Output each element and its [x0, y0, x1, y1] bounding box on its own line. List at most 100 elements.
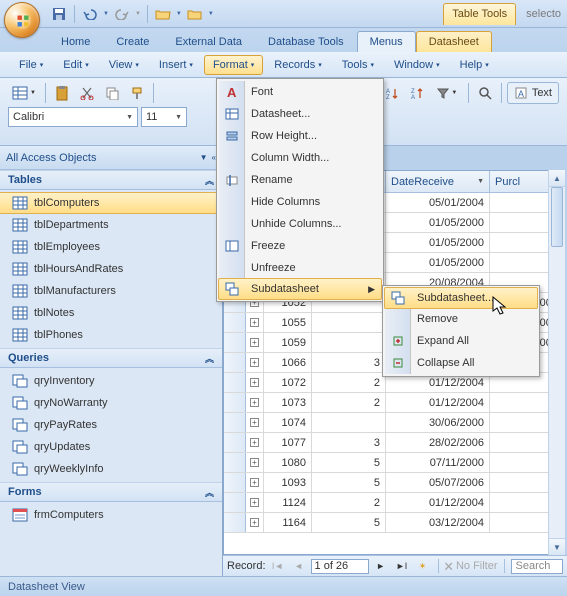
sort-asc-icon[interactable]: AZ — [381, 82, 403, 104]
menu-item-subdatasheet[interactable]: Subdatasheet▶ — [218, 278, 382, 300]
cell[interactable]: 01/12/2004 — [386, 493, 490, 512]
menu-window[interactable]: Window▾ — [385, 55, 449, 75]
cell[interactable]: 1164 — [264, 513, 312, 532]
cell[interactable]: 1055 — [264, 313, 312, 332]
nav-group-tables[interactable]: Tables︽ — [0, 170, 222, 190]
nav-item-tbldepartments[interactable]: tblDepartments — [0, 214, 222, 236]
cell[interactable]: 05/07/2006 — [386, 473, 490, 492]
cell[interactable]: 2 — [312, 393, 386, 412]
table-row[interactable]: +1077328/02/2006 — [224, 433, 564, 453]
cell[interactable]: 5 — [312, 473, 386, 492]
nav-item-qryupdates[interactable]: qryUpdates — [0, 436, 222, 458]
cell[interactable]: 05/01/2004 — [386, 193, 490, 212]
nav-item-qrypayrates[interactable]: qryPayRates — [0, 414, 222, 436]
text-type-button[interactable]: A Text — [507, 82, 559, 104]
scroll-down-icon[interactable]: ▼ — [549, 538, 565, 555]
nav-item-qryinventory[interactable]: qryInventory — [0, 370, 222, 392]
menu-item-row-height[interactable]: Row Height... — [219, 125, 381, 147]
chevron-down-icon[interactable]: ▼ — [200, 153, 208, 162]
row-selector[interactable] — [224, 353, 246, 372]
tab-datasheet[interactable]: Datasheet — [416, 31, 492, 52]
menu-item-rename[interactable]: Rename — [219, 169, 381, 191]
filter-icon[interactable]: ▼ — [431, 82, 463, 104]
view-button[interactable]: ▼ — [8, 82, 40, 104]
record-position-input[interactable]: 1 of 26 — [311, 559, 369, 574]
scroll-thumb[interactable] — [551, 187, 563, 247]
cell[interactable]: 01/05/2000 — [386, 233, 490, 252]
cell[interactable] — [312, 333, 386, 352]
tab-create[interactable]: Create — [103, 31, 162, 52]
search-box[interactable]: Search — [511, 559, 563, 574]
row-selector[interactable] — [224, 373, 246, 392]
cell[interactable]: 07/11/2000 — [386, 453, 490, 472]
cell[interactable]: 01/05/2000 — [386, 213, 490, 232]
office-button[interactable] — [4, 2, 40, 38]
cell[interactable] — [312, 413, 386, 432]
undo-icon[interactable] — [81, 5, 99, 23]
submenu-item-subdatasheet[interactable]: Subdatasheet... — [384, 287, 538, 309]
menu-records[interactable]: Records▾ — [265, 55, 330, 75]
row-selector[interactable] — [224, 413, 246, 432]
nav-item-qryweeklyinfo[interactable]: qryWeeklyInfo — [0, 458, 222, 480]
menu-item-unfreeze[interactable]: Unfreeze — [219, 257, 381, 279]
row-selector[interactable] — [224, 513, 246, 532]
nav-item-tblphones[interactable]: tblPhones — [0, 324, 222, 346]
submenu-item-collapse-all[interactable]: Collapse All — [385, 352, 537, 374]
table-row[interactable]: +1124201/12/2004 — [224, 493, 564, 513]
menu-item-hide-columns[interactable]: Hide Columns — [219, 191, 381, 213]
menu-item-datasheet[interactable]: Datasheet... — [219, 103, 381, 125]
cell[interactable]: 5 — [312, 513, 386, 532]
cell[interactable]: 01/05/2000 — [386, 253, 490, 272]
find-icon[interactable] — [474, 82, 496, 104]
cell[interactable]: 1077 — [264, 433, 312, 452]
cell[interactable]: 2 — [312, 493, 386, 512]
expand-row-button[interactable]: + — [246, 473, 264, 492]
format-painter-icon[interactable] — [126, 82, 148, 104]
next-record-button[interactable]: ► — [372, 558, 390, 574]
expand-row-button[interactable]: + — [246, 453, 264, 472]
menu-item-freeze[interactable]: Freeze — [219, 235, 381, 257]
nav-item-tblcomputers[interactable]: tblComputers — [0, 192, 222, 214]
menu-item-font[interactable]: AFont — [219, 81, 381, 103]
submenu-item-expand-all[interactable]: Expand All — [385, 330, 537, 352]
row-selector[interactable] — [224, 333, 246, 352]
expand-row-button[interactable]: + — [246, 433, 264, 452]
cell[interactable]: 1074 — [264, 413, 312, 432]
cell[interactable]: 1073 — [264, 393, 312, 412]
cell[interactable]: 28/02/2006 — [386, 433, 490, 452]
menu-edit[interactable]: Edit▾ — [54, 55, 97, 75]
nav-item-tblemployees[interactable]: tblEmployees — [0, 236, 222, 258]
table-row[interactable]: +1073201/12/2004 — [224, 393, 564, 413]
expand-row-button[interactable]: + — [246, 353, 264, 372]
first-record-button[interactable]: I◄ — [269, 558, 287, 574]
menu-file[interactable]: File▾ — [10, 55, 52, 75]
row-selector[interactable] — [224, 393, 246, 412]
redo-icon[interactable] — [113, 5, 131, 23]
nav-item-tblmanufacturers[interactable]: tblManufacturers — [0, 280, 222, 302]
expand-row-button[interactable]: + — [246, 513, 264, 532]
table-row[interactable]: +107430/06/2000 — [224, 413, 564, 433]
menu-insert[interactable]: Insert▾ — [150, 55, 202, 75]
copy-icon[interactable] — [101, 82, 123, 104]
cell[interactable]: 1059 — [264, 333, 312, 352]
cell[interactable]: 1072 — [264, 373, 312, 392]
vertical-scrollbar[interactable]: ▲ ▼ — [548, 170, 565, 555]
row-selector[interactable] — [224, 473, 246, 492]
expand-row-button[interactable]: + — [246, 413, 264, 432]
tab-database-tools[interactable]: Database Tools — [255, 31, 357, 52]
cell[interactable]: 5 — [312, 453, 386, 472]
new-record-button[interactable]: ✶ — [414, 558, 432, 574]
menu-view[interactable]: View▾ — [100, 55, 148, 75]
cell[interactable]: 03/12/2004 — [386, 513, 490, 532]
cut-icon[interactable] — [76, 82, 98, 104]
nav-item-tblnotes[interactable]: tblNotes — [0, 302, 222, 324]
expand-row-button[interactable]: + — [246, 393, 264, 412]
table-row[interactable]: +1093505/07/2006 — [224, 473, 564, 493]
open-folder-icon[interactable] — [154, 5, 172, 23]
font-combo[interactable]: Calibri▼ — [8, 107, 138, 127]
cell[interactable]: 3 — [312, 433, 386, 452]
expand-row-button[interactable]: + — [246, 493, 264, 512]
menu-tools[interactable]: Tools▾ — [333, 55, 383, 75]
expand-row-button[interactable]: + — [246, 313, 264, 332]
menu-help[interactable]: Help▾ — [451, 55, 498, 75]
